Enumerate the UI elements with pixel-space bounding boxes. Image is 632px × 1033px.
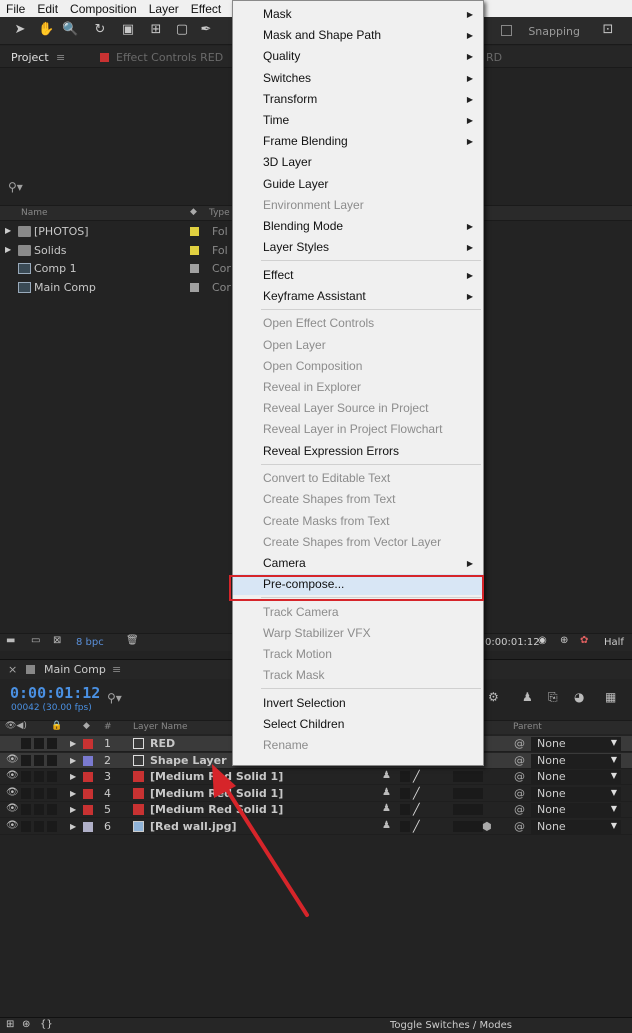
- annotation-arrow: [212, 764, 309, 917]
